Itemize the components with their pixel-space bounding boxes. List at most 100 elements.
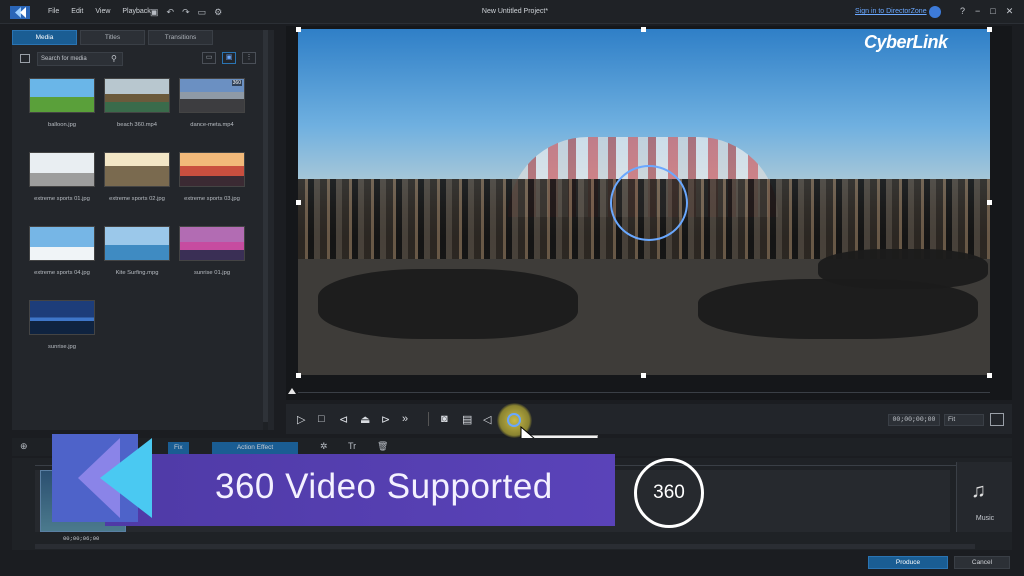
media-name: sunrise.jpg [47,344,77,350]
stop-icon[interactable]: □ [318,413,325,425]
settings-gear-icon[interactable]: ⚙ [214,7,222,18]
next-frame-icon[interactable]: ⊳ [381,413,390,426]
resize-handle[interactable] [641,27,646,32]
search-icon[interactable]: ⚲ [111,54,117,63]
media-library-panel: Media Titles Transitions Search for medi… [12,30,274,430]
media-item[interactable]: balloon.jpg [29,78,95,128]
media-item[interactable]: Kite Surfing.mpg [104,226,170,276]
media-item[interactable]: beach 360.mp4 [104,78,170,128]
track-manager-icon[interactable]: ⊕ [20,441,28,452]
title-bar: File Edit View Playback ▣ ↶ ↷ ▭ ⚙ New Un… [0,0,1024,24]
resize-handle[interactable] [296,27,301,32]
media-thumbnail[interactable] [104,226,170,261]
media-name: extreme sports 01.jpg [34,196,90,202]
undo-icon[interactable]: ↶ [167,7,175,18]
help-icon[interactable]: ? [960,6,965,17]
grid-view-icon[interactable]: ⋮ [242,52,256,64]
fix-enhance-button[interactable]: Fix [168,442,189,454]
save-icon[interactable]: ▣ [150,7,159,18]
project-title: New Untitled Project* [481,8,549,15]
360-badge-icon: 360 [634,458,704,528]
close-icon[interactable]: ✕ [1006,6,1014,17]
resize-handle[interactable] [987,200,992,205]
media-item[interactable]: sunrise.jpg [29,300,95,350]
restore-icon[interactable]: □ [990,6,995,17]
previous-frame-icon[interactable]: ⊲ [339,413,348,426]
360-badge-text: 360 [653,482,685,503]
action-effect-button[interactable]: Action Effect [212,442,298,454]
snapshot-icon[interactable]: ◙ [441,413,448,425]
media-thumbnail[interactable] [29,300,95,335]
media-name: balloon.jpg [47,122,77,128]
redo-icon[interactable]: ↷ [182,7,190,18]
library-toolbar: Search for media ⚲ ▭ ▣ ⋮ [12,52,274,66]
menu-view[interactable]: View [95,8,110,15]
tab-media[interactable]: Media [12,30,77,45]
aspect-ratio-icon[interactable]: ▭ [198,7,207,18]
signin-link[interactable]: Sign in to DirectorZone [855,8,927,15]
user-avatar-icon[interactable] [929,6,941,18]
scrollbar-thumb[interactable] [263,30,268,422]
timecode-display[interactable]: 00;00;00;00 [888,414,940,426]
media-thumbnail[interactable] [104,78,170,113]
window-controls: ? − □ ✕ [960,6,1013,17]
media-thumbnail[interactable] [29,226,95,261]
timeline-scrollbar[interactable] [35,544,975,549]
media-item[interactable]: 360 dance-meta.mp4 [179,78,245,128]
split-icon[interactable]: ⏏ [360,413,370,426]
zoom-select[interactable]: Fit [944,414,984,426]
keyframe-icon[interactable]: ✲ [320,441,328,452]
text-icon[interactable]: Tr [348,441,356,451]
menu-file[interactable]: File [48,8,59,15]
resize-handle[interactable] [987,373,992,378]
menu-playback[interactable]: Playback [122,8,150,15]
promo-banner-text: 360 Video Supported [215,467,553,506]
media-name: dance-meta.mp4 [190,122,234,128]
controls-divider [428,412,429,426]
tab-transitions[interactable]: Transitions [148,30,213,45]
music-button[interactable]: ♫ Music [956,462,1012,532]
subtitle-icon[interactable]: ▤ [462,413,472,426]
produce-button[interactable]: Produce [868,556,948,569]
media-thumbnail[interactable]: 360 [179,78,245,113]
resize-handle[interactable] [641,373,646,378]
undock-preview-icon[interactable] [990,413,1004,426]
resize-handle[interactable] [987,27,992,32]
preview-scrubber[interactable] [288,386,990,398]
quick-toolbar: ▣ ↶ ↷ ▭ ⚙ [150,7,222,18]
play-icon[interactable]: ▷ [297,413,305,426]
playhead-icon[interactable] [288,388,296,394]
tab-titles[interactable]: Titles [80,30,145,45]
menu-edit[interactable]: Edit [71,8,83,15]
media-item[interactable]: sunrise 01.jpg [179,226,245,276]
scrubber-track [298,392,990,393]
thumbnail-view-icon[interactable]: ▣ [222,52,236,64]
360-badge: 360 [231,80,242,86]
volume-icon[interactable]: ◁ [483,413,491,426]
shadow [818,249,988,289]
media-thumbnail[interactable] [104,152,170,187]
360-video-frame[interactable] [298,29,990,375]
import-media-icon[interactable] [20,54,30,63]
media-item[interactable]: extreme sports 04.jpg [29,226,95,276]
minimize-icon[interactable]: − [975,6,980,17]
media-item[interactable]: extreme sports 03.jpg [179,152,245,202]
resize-handle[interactable] [296,373,301,378]
library-scrollbar[interactable] [263,30,268,430]
media-item[interactable]: extreme sports 01.jpg [29,152,95,202]
fast-forward-icon[interactable]: » [402,413,408,425]
list-view-icon[interactable]: ▭ [202,52,216,64]
media-thumbnail[interactable] [179,226,245,261]
360-focus-circle[interactable] [610,165,688,241]
media-name: extreme sports 04.jpg [34,270,90,276]
music-label: Music [975,515,995,522]
media-thumbnail[interactable] [179,152,245,187]
cancel-button[interactable]: Cancel [954,556,1010,569]
resize-handle[interactable] [296,200,301,205]
360-viewer-icon[interactable] [507,413,521,427]
media-thumbnail[interactable] [29,78,95,113]
delete-icon[interactable]: 🗑 [377,441,388,452]
media-thumbnail[interactable] [29,152,95,187]
media-name: extreme sports 02.jpg [109,196,165,202]
media-item[interactable]: extreme sports 02.jpg [104,152,170,202]
